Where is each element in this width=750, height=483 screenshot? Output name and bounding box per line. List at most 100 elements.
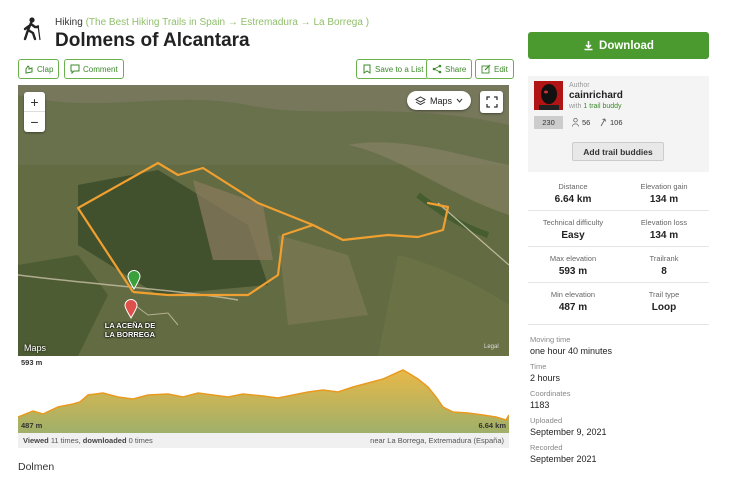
divider (528, 210, 709, 211)
stat-value: 134 m (649, 194, 679, 205)
stat-label: Min elevation (550, 290, 596, 299)
detail-value: September 2021 (530, 454, 597, 464)
share-button[interactable]: Share (426, 59, 473, 79)
downloaded-label: downloaded (82, 436, 127, 445)
detail-uploaded: Uploaded September 9, 2021 (530, 416, 607, 437)
stat-label: Elevation gain (640, 182, 688, 191)
detail-value: one hour 40 minutes (530, 346, 613, 356)
share-label: Share (445, 64, 467, 74)
hiker-icon (23, 17, 41, 41)
stat-label: Technical difficulty (542, 218, 604, 227)
stat-label: Trail type (648, 290, 680, 299)
person-icon (572, 118, 579, 127)
stat-label: Distance (558, 182, 588, 191)
viewed-count: 11 times, (50, 436, 81, 445)
save-to-list-button[interactable]: Save to a List (356, 59, 430, 79)
zoom-in-button[interactable]: + (24, 92, 45, 112)
edit-icon (481, 64, 491, 74)
activity-link[interactable]: Hiking (55, 17, 83, 28)
share-icon (432, 64, 442, 74)
trail-location[interactable]: near La Borrega, Extremadura (España) (370, 436, 504, 445)
comment-button[interactable]: Comment (64, 59, 124, 79)
map-type-label: Maps (429, 95, 452, 106)
clap-label: Clap (37, 64, 54, 74)
stat-trailrank: Trailrank 8 (619, 254, 709, 277)
zoom-out-button[interactable]: − (24, 112, 45, 132)
trail-map[interactable]: + − Maps LA ACEÑA DE LA BORREGA Maps Leg… (18, 85, 509, 356)
download-button[interactable]: Download (528, 32, 709, 59)
breadcrumb: Hiking (The Best Hiking Trails in Spain … (55, 17, 369, 28)
follow-icon (600, 118, 606, 127)
followers-stat: 56 (572, 118, 590, 127)
followers-count: 56 (582, 118, 591, 127)
bookmark-icon (363, 64, 371, 74)
stat-label: Trailrank (649, 254, 679, 263)
detail-coordinates: Coordinates 1183 (530, 389, 570, 410)
stat-elevation-gain: Elevation gain 134 m (619, 182, 709, 205)
edit-button[interactable]: Edit (475, 59, 514, 79)
author-buddies: with 1 trail buddy (569, 103, 622, 110)
stat-value: 593 m (558, 266, 588, 277)
author-label: Author (569, 82, 590, 89)
divider (528, 282, 709, 283)
avatar[interactable] (534, 81, 563, 110)
stat-elevation-loss: Elevation loss 134 m (619, 218, 709, 241)
stat-value: Easy (561, 230, 585, 241)
views-bar: Viewed 11 times, downloaded 0 times near… (18, 433, 509, 448)
stat-max-elevation: Max elevation 593 m (528, 254, 618, 277)
end-marker-icon (124, 299, 138, 319)
detail-label: Coordinates (530, 389, 571, 398)
detail-value: 2 hours (530, 373, 561, 383)
maps-logo-text: Maps (24, 343, 47, 353)
map-type-button[interactable]: Maps (407, 91, 471, 110)
page-title: Dolmens of Alcantara (55, 30, 250, 51)
viewed-label: Viewed (23, 436, 49, 445)
stat-value: 134 m (649, 230, 679, 241)
detail-value: September 9, 2021 (530, 427, 607, 437)
comment-icon (70, 64, 80, 74)
clap-icon (25, 65, 33, 74)
start-marker-icon (127, 270, 141, 290)
download-icon (584, 41, 593, 51)
maps-logo: Maps (24, 343, 46, 353)
trail-buddies-link[interactable]: 1 trail buddy (583, 103, 621, 110)
stat-value: 487 m (558, 302, 588, 313)
stat-label: Elevation loss (640, 218, 688, 227)
fullscreen-button[interactable] (480, 91, 503, 113)
add-trail-buddies-button[interactable]: Add trail buddies (572, 142, 664, 161)
legal-link[interactable]: Legal (484, 344, 499, 350)
clap-button[interactable]: Clap (18, 59, 60, 79)
zoom-control: + − (24, 92, 45, 132)
stat-label: Max elevation (549, 254, 597, 263)
avatar-image (534, 81, 563, 110)
layers-icon (414, 95, 426, 105)
downloaded-count: 0 times (128, 436, 153, 445)
stat-value: 6.64 km (554, 194, 592, 205)
detail-value: 1183 (530, 400, 550, 410)
profile-min-elevation: 487 m (21, 421, 43, 430)
divider (528, 246, 709, 247)
stat-trail-type: Trail type Loop (619, 290, 709, 313)
trail-description: Dolmen (18, 461, 55, 473)
stat-technical-difficulty: Technical difficulty Easy (528, 218, 618, 241)
author-card: Author cainrichard with 1 trail buddy 23… (528, 76, 709, 172)
chevron-down-icon (456, 98, 463, 103)
elevation-profile[interactable]: 593 m 487 m 6.64 km (18, 357, 509, 433)
following-stat: 106 (600, 118, 623, 127)
breadcrumb-trail[interactable]: (The Best Hiking Trails in Spain → Estre… (86, 17, 369, 28)
detail-label: Uploaded (530, 416, 563, 425)
author-name[interactable]: cainrichard (569, 90, 623, 101)
stat-value: 8 (661, 266, 667, 277)
fullscreen-icon (485, 96, 498, 108)
comment-label: Comment (83, 64, 118, 74)
elevation-chart (18, 369, 509, 433)
detail-time: Time 2 hours (530, 362, 560, 383)
stat-distance: Distance 6.64 km (528, 182, 618, 205)
save-label: Save to a List (375, 64, 424, 74)
profile-distance: 6.64 km (478, 421, 506, 430)
detail-label: Time (530, 362, 547, 371)
satellite-terrain (18, 85, 509, 356)
profile-max-elevation: 593 m (21, 358, 43, 367)
view-stats: Viewed 11 times, downloaded 0 times (23, 436, 153, 445)
download-label: Download (599, 39, 654, 52)
